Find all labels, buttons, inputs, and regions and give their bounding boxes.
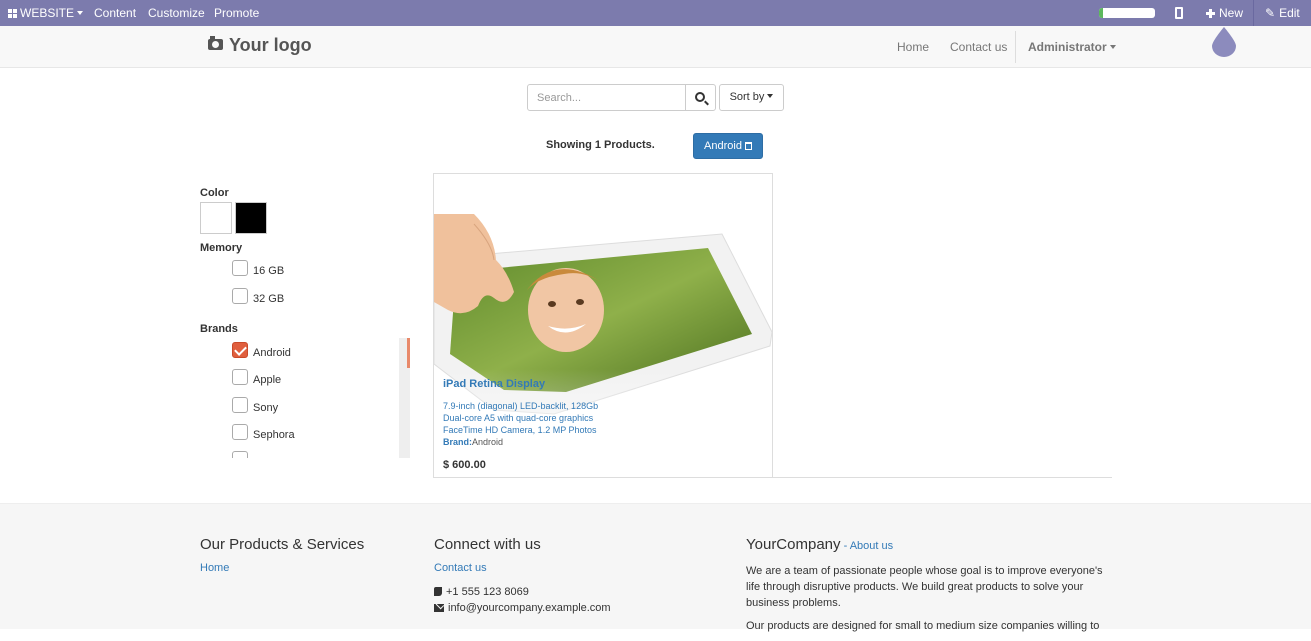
color-swatch-white[interactable] (200, 202, 232, 234)
checkbox[interactable] (232, 397, 248, 413)
memory-option-label: 16 GB (253, 265, 285, 277)
brand-list-scrollbar[interactable] (399, 338, 410, 458)
search-icon (695, 92, 705, 102)
filter-color-title: Color (200, 187, 229, 199)
checkbox[interactable] (232, 260, 248, 276)
customize-menu[interactable]: Customize (148, 0, 205, 26)
new-button-label: New (1219, 6, 1244, 20)
divider (773, 477, 1112, 478)
footer-phone: +1 555 123 8069 (434, 586, 529, 598)
theme-drop-icon[interactable] (1212, 27, 1236, 57)
brand-list: Android Apple Sony Sephora (200, 338, 410, 458)
sort-by-dropdown[interactable]: Sort by (719, 84, 784, 111)
nav-contact[interactable]: Contact us (950, 26, 1007, 68)
checkbox[interactable] (232, 342, 248, 358)
checkbox[interactable] (232, 451, 248, 458)
new-button[interactable]: New (1206, 0, 1243, 26)
site-logo[interactable]: Your logo (208, 35, 312, 59)
chevron-down-icon (77, 11, 84, 15)
product-desc-line: FaceTime HD Camera, 1.2 MP Photos (443, 425, 597, 435)
checkbox[interactable] (232, 288, 248, 304)
chevron-down-icon (767, 94, 774, 98)
checkbox[interactable] (232, 369, 248, 385)
results-count: Showing 1 Products. (546, 139, 655, 151)
mobile-preview-icon[interactable] (1175, 7, 1183, 19)
pencil-icon: ✎ (1265, 6, 1276, 20)
search-button[interactable] (685, 84, 716, 111)
memory-option-label: 32 GB (253, 293, 285, 305)
admin-bar: WEBSITE Content Customize Promote New ✎ E… (0, 0, 1311, 26)
progress-fill (1099, 8, 1104, 18)
about-us-link[interactable]: - About us (841, 540, 894, 552)
product-card[interactable]: iPad Retina Display 7.9-inch (diagonal) … (433, 173, 773, 478)
promote-menu[interactable]: Promote (214, 0, 259, 26)
filter-brands-title: Brands (200, 323, 238, 335)
apps-grid-icon (8, 9, 17, 18)
brand-option-label: Sephora (253, 429, 295, 441)
edit-button-label: Edit (1279, 6, 1300, 20)
phone-icon (434, 587, 442, 596)
nav-home[interactable]: Home (897, 26, 929, 68)
footer-home-link[interactable]: Home (200, 562, 229, 574)
camera-icon (208, 36, 223, 50)
footer-products-title: Our Products & Services (200, 536, 365, 553)
about-us-label: About us (849, 540, 894, 552)
divider (1253, 0, 1254, 26)
product-brand: Brand:Android (443, 437, 503, 447)
chevron-down-icon (1109, 45, 1116, 49)
product-desc-line: 7.9-inch (diagonal) LED-backlit, 128Gb (443, 401, 599, 411)
trash-icon (744, 142, 752, 150)
brand-option-label: Android (253, 347, 291, 359)
envelope-icon (434, 604, 444, 612)
brand-option-label: Sony (253, 402, 279, 414)
website-menu-label: WEBSITE (20, 6, 75, 20)
footer-contact-link[interactable]: Contact us (434, 562, 487, 574)
checkbox[interactable] (232, 424, 248, 440)
search-input[interactable] (527, 84, 686, 111)
footer-email[interactable]: info@yourcompany.example.com (434, 602, 611, 614)
sort-by-label: Sort by (729, 91, 765, 103)
site-footer: Our Products & Services Home Connect wit… (0, 503, 1311, 632)
about-paragraph: We are a team of passionate people whose… (746, 565, 1103, 609)
product-brand-label: Brand: (443, 437, 472, 447)
footer-company-title: YourCompany - About us (746, 536, 893, 553)
company-about: We are a team of passionate people whose… (746, 563, 1111, 641)
product-price: $ 600.00 (443, 459, 486, 471)
plus-icon (1206, 9, 1215, 18)
active-filter-label: Android (704, 140, 742, 152)
progress-bar (1099, 8, 1155, 18)
color-swatch-black[interactable] (235, 202, 267, 234)
brand-option-label: Apple (253, 374, 282, 386)
product-brand-value: Android (472, 437, 504, 447)
phone-number: +1 555 123 8069 (446, 586, 529, 598)
company-name: YourCompany (746, 536, 841, 553)
divider (1015, 31, 1016, 63)
edit-button[interactable]: ✎ Edit (1265, 0, 1300, 26)
active-filter-button[interactable]: Android (693, 133, 763, 159)
logo-text: Your logo (229, 35, 312, 55)
about-paragraph: Our products are designed for small to m… (746, 620, 1100, 632)
content-menu[interactable]: Content (94, 0, 136, 26)
user-menu[interactable]: Administrator (1028, 26, 1116, 68)
product-name[interactable]: iPad Retina Display (443, 378, 545, 390)
product-description: 7.9-inch (diagonal) LED-backlit, 128Gb D… (443, 400, 598, 436)
scrollbar-thumb[interactable] (407, 338, 410, 368)
user-name: Administrator (1028, 40, 1107, 54)
footer-connect-title: Connect with us (434, 536, 541, 553)
website-menu[interactable]: WEBSITE (8, 0, 84, 26)
site-header: Your logo Home Contact us Administrator (0, 26, 1311, 68)
product-desc-line: Dual-core A5 with quad-core graphics (443, 413, 594, 423)
email-address: info@yourcompany.example.com (448, 602, 611, 614)
filter-memory-title: Memory (200, 242, 243, 254)
